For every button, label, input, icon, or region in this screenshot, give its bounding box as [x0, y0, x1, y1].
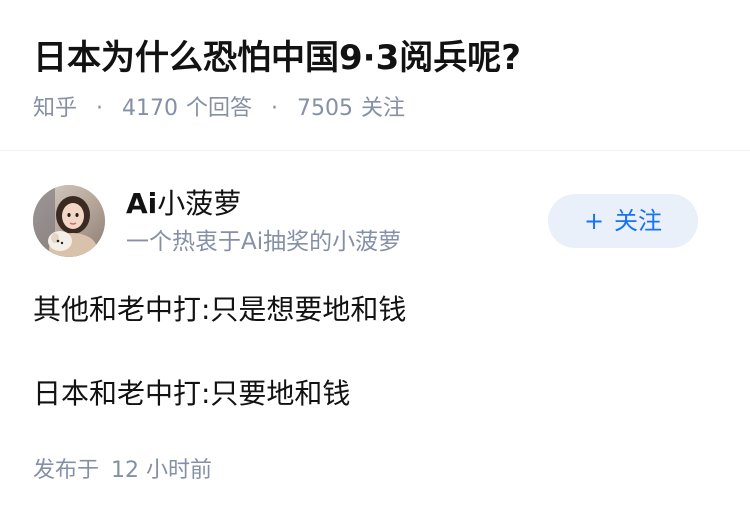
author-name-rest: 小菠萝 [157, 187, 242, 220]
follow-button[interactable]: + 关注 [548, 194, 698, 248]
answer-count-label: 个回答 [186, 96, 253, 121]
answer-paragraph: 其他和老中打:只是想要地和钱 [33, 293, 407, 326]
author-name[interactable]: Ai小菠萝 [126, 185, 241, 223]
answer-author: Ai小菠萝 一个热衷于Ai抽奖的小菠萝 + 关注 [33, 185, 717, 259]
avatar-image [33, 185, 105, 257]
published-label: 发布于 [33, 458, 100, 483]
question-title[interactable]: 日本为什么恐怕中国9·3阅兵呢? [33, 34, 521, 82]
source-label[interactable]: 知乎 [33, 96, 77, 121]
author-bio: 一个热衷于Ai抽奖的小菠萝 [126, 229, 402, 255]
answer-content: 其他和老中打:只是想要地和钱 日本和老中打:只要地和钱 [33, 290, 717, 414]
follow-count: 7505 [297, 96, 354, 121]
answer-paragraph: 日本和老中打:只要地和钱 [33, 377, 351, 410]
published-time: 12 小时前 [111, 458, 213, 483]
follow-count-label: 关注 [361, 96, 406, 121]
follow-button-label: 关注 [614, 207, 663, 235]
meta-separator: · [96, 96, 104, 121]
avatar[interactable] [33, 185, 105, 257]
question-meta: 知乎 · 4170 个回答 · 7505 关注 [33, 94, 405, 124]
plus-icon: + [583, 207, 605, 235]
answer-time: 发布于 12 小时前 [33, 456, 212, 486]
answer-count: 4170 [122, 96, 179, 121]
author-name-prefix: Ai [126, 187, 158, 220]
question-header: 日本为什么恐怕中国9·3阅兵呢? 知乎 · 4170 个回答 · 7505 关注 [0, 0, 750, 151]
meta-separator: · [271, 96, 279, 121]
